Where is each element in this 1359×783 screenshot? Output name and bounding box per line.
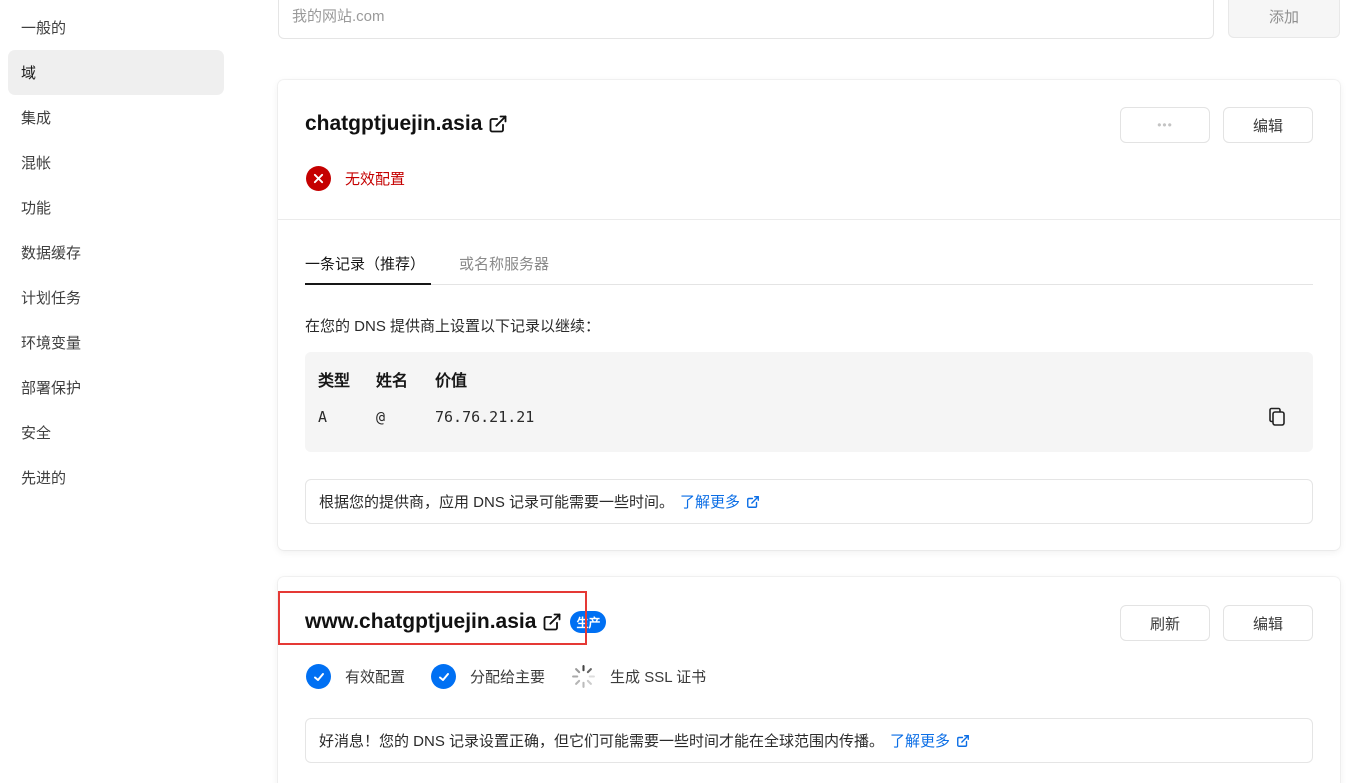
sidebar-item-label: 一般的 [21, 20, 67, 37]
sidebar-item-general[interactable]: 一般的 [8, 5, 224, 50]
propagation-note: 根据您的提供商，应用 DNS 记录可能需要一些时间。 了解更多 [305, 479, 1313, 524]
dns-records-table: 类型 姓名 价值 A @ 76.76.21.21 [305, 352, 1313, 452]
sidebar-item-label: 部署保护 [21, 380, 82, 397]
sidebar-item-label: 环境变量 [21, 335, 82, 352]
edit-button[interactable]: 编辑 [1223, 605, 1313, 641]
sidebar-item-label: 计划任务 [21, 290, 82, 307]
status-row: 无效配置 [306, 166, 431, 191]
status-label: 分配给主要 [470, 669, 546, 686]
more-options-button[interactable]: ••• [1120, 107, 1210, 143]
sidebar-item-functions[interactable]: 功能 [8, 185, 224, 230]
card-divider [278, 219, 1340, 220]
sidebar-item-label: 安全 [21, 425, 52, 442]
learn-more-link[interactable]: 了解更多 [890, 730, 970, 751]
sidebar-item-env-vars[interactable]: 环境变量 [8, 320, 224, 365]
dns-instruction: 在您的 DNS 提供商上设置以下记录以继续： [305, 318, 601, 335]
domain-input[interactable] [278, 0, 1214, 39]
propagation-note: 好消息！您的 DNS 记录设置正确，但它们可能需要一些时间才能在全球范围内传播。… [305, 718, 1313, 763]
sidebar-item-git[interactable]: 混帐 [8, 140, 224, 185]
external-link-icon[interactable] [488, 114, 508, 134]
table-header-value: 价值 [435, 373, 468, 390]
dns-config-tabs: 一条记录（推荐） 或名称服务器 [305, 253, 1313, 285]
table-header-type: 类型 [318, 373, 351, 390]
sidebar-item-advanced[interactable]: 先进的 [8, 455, 224, 500]
tab-a-record[interactable]: 一条记录（推荐） [305, 253, 431, 285]
status-label: 生成 SSL 证书 [610, 669, 707, 686]
external-link-icon [957, 734, 969, 747]
status-assigned-primary: 分配给主要 [431, 664, 545, 689]
note-text: 好消息！您的 DNS 记录设置正确，但它们可能需要一些时间才能在全球范围内传播。 [319, 733, 885, 750]
domain-card-www: www.chatgptjuejin.asia 生产 刷新 编辑 有效配置 分配给… [278, 577, 1340, 783]
table-cell-value: 76.76.21.21 [435, 408, 535, 426]
learn-more-link[interactable]: 了解更多 [680, 491, 760, 512]
domain-card-apex: chatgptjuejin.asia ••• 编辑 无效配置 一条记录（推荐） … [278, 80, 1340, 550]
domain-name-link[interactable]: chatgptjuejin.asia [305, 112, 482, 136]
copy-icon[interactable] [1267, 406, 1287, 428]
more-dots-icon: ••• [1157, 118, 1173, 132]
status-label: 无效配置 [345, 171, 406, 188]
table-cell-name: @ [376, 408, 386, 426]
sidebar-item-label: 混帐 [21, 155, 52, 172]
learn-more-label: 了解更多 [680, 494, 741, 511]
sidebar-item-label: 先进的 [21, 470, 67, 487]
edit-button[interactable]: 编辑 [1223, 107, 1313, 143]
tab-nameservers[interactable]: 或名称服务器 [459, 253, 549, 285]
status-row: 有效配置 分配给主要 生成 SSL 证书 [306, 664, 732, 689]
sidebar-item-label: 域 [21, 65, 37, 82]
table-header-name: 姓名 [376, 373, 409, 390]
status-ssl-generating: 生成 SSL 证书 [571, 664, 706, 689]
check-icon [431, 664, 457, 689]
external-link-icon[interactable] [542, 612, 562, 632]
status-valid-config: 有效配置 [306, 664, 405, 689]
sidebar-item-label: 集成 [21, 110, 52, 127]
external-link-icon [747, 495, 759, 508]
status-label: 有效配置 [345, 669, 406, 686]
refresh-button[interactable]: 刷新 [1120, 605, 1210, 641]
production-badge: 生产 [570, 611, 607, 633]
sidebar-item-domains[interactable]: 域 [8, 50, 224, 95]
loading-spinner-icon [571, 664, 596, 689]
learn-more-label: 了解更多 [890, 733, 951, 750]
error-x-icon [306, 166, 331, 191]
sidebar-item-deployment-protection[interactable]: 部署保护 [8, 365, 224, 410]
note-text: 根据您的提供商，应用 DNS 记录可能需要一些时间。 [319, 494, 675, 511]
check-icon [306, 664, 331, 689]
sidebar-item-label: 数据缓存 [21, 245, 82, 262]
domains-settings-page: 一般的 域 集成 混帐 功能 数据缓存 计划任务 环境变量 部署保护 安全 先进… [0, 0, 1359, 783]
sidebar-item-data-cache[interactable]: 数据缓存 [8, 230, 224, 275]
status-invalid-config: 无效配置 [306, 166, 405, 191]
add-domain-button[interactable]: 添加 [1228, 0, 1340, 38]
domain-title: www.chatgptjuejin.asia 生产 [305, 610, 607, 634]
sidebar-item-security[interactable]: 安全 [8, 410, 224, 455]
sidebar-item-label: 功能 [21, 200, 52, 217]
table-cell-type: A [318, 408, 328, 426]
sidebar-item-integrations[interactable]: 集成 [8, 95, 224, 140]
domain-name-link[interactable]: www.chatgptjuejin.asia [305, 610, 536, 634]
sidebar-item-cron-jobs[interactable]: 计划任务 [8, 275, 224, 320]
domain-title: chatgptjuejin.asia [305, 112, 508, 136]
